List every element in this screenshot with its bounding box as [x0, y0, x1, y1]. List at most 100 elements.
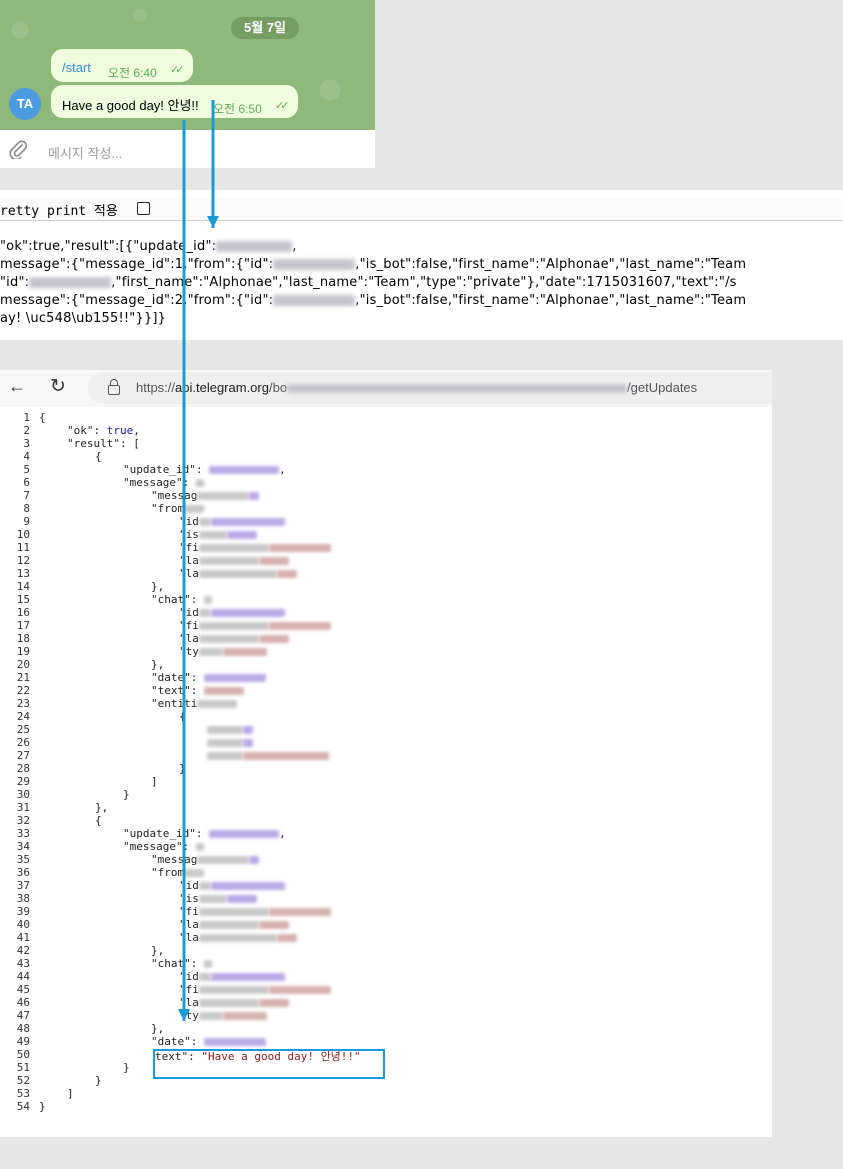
- redacted-value: [210, 882, 285, 890]
- raw-line: "ok":true,"result":[{"update_id":,: [0, 239, 297, 254]
- line-number: 44: [16, 970, 30, 983]
- code-line: },: [151, 1022, 165, 1035]
- message-bubble[interactable]: Have a good day! 안녕!! 오전 6:50 ✓✓: [51, 85, 298, 118]
- code-line: "from: [39, 866, 205, 879]
- raw-line: message":{"message_id":2,"from":{"id": ,"…: [0, 293, 747, 308]
- redacted-value: [258, 557, 289, 565]
- url-text: https://api.telegram.org/bo/getUpdates: [136, 380, 698, 395]
- code-line: "fi: [39, 983, 331, 996]
- pretty-print-label: retty print 적용: [0, 204, 118, 219]
- redacted-value: [198, 622, 269, 630]
- code-line: "from: [39, 502, 205, 515]
- code-line: "la: [39, 931, 297, 944]
- telegram-chat-panel: 5월 7일 /start 오전 6:40 ✓✓ TA Have a good d…: [0, 0, 375, 168]
- code-line: "update_id": ,: [123, 827, 286, 840]
- date-pill: 5월 7일: [231, 17, 299, 39]
- redacted-value: [258, 921, 289, 929]
- redacted-value: [197, 492, 250, 500]
- line-number: 27: [16, 749, 30, 762]
- line-number: 52: [16, 1074, 30, 1087]
- redacted-value: [268, 986, 331, 994]
- redacted-value: [198, 531, 227, 539]
- code-line: },: [151, 658, 165, 671]
- code-line: }: [95, 1074, 102, 1087]
- line-number: 53: [16, 1087, 30, 1100]
- code-line: "is: [39, 528, 257, 541]
- redacted-value: [198, 908, 269, 916]
- line-number: 35: [16, 853, 30, 866]
- redacted-value: [276, 934, 297, 942]
- redacted-value: [198, 1012, 223, 1020]
- code-line: "date":: [39, 1035, 266, 1048]
- pretty-print-row: retty print 적용: [0, 197, 843, 221]
- redacted-value: [203, 674, 266, 682]
- code-line: [39, 749, 329, 762]
- code-line: },: [95, 801, 109, 814]
- message-text: Have a good day! 안녕!!: [62, 98, 199, 113]
- redacted-value: [258, 999, 289, 1007]
- line-number: 21: [16, 671, 30, 684]
- code-line: ]: [67, 1087, 74, 1100]
- back-arrow-icon[interactable]: ←: [8, 376, 26, 397]
- redacted-value: [207, 739, 243, 747]
- line-number: 41: [16, 931, 30, 944]
- redacted-value: [209, 466, 280, 474]
- reload-icon[interactable]: ↻: [50, 375, 66, 398]
- line-number: 38: [16, 892, 30, 905]
- code-line: "la: [39, 567, 297, 580]
- line-number: 12: [16, 554, 30, 567]
- redacted-value: [249, 492, 260, 500]
- code-line: "la: [39, 632, 289, 645]
- line-number: 11: [16, 541, 30, 554]
- line-number: 42: [16, 944, 30, 957]
- code-line: "entiti: [39, 697, 238, 710]
- code-line: }: [123, 788, 130, 801]
- redacted-value: [198, 986, 269, 994]
- code-line: "fi: [39, 619, 331, 632]
- line-number: 5: [23, 463, 30, 476]
- code-line: "chat":: [39, 957, 212, 970]
- redacted-value: [226, 895, 257, 903]
- redacted-value: [198, 882, 211, 890]
- code-line: "id: [39, 515, 285, 528]
- code-line: ]: [151, 775, 158, 788]
- line-number: 15: [16, 593, 30, 606]
- pretty-print-checkbox[interactable]: [137, 202, 150, 215]
- code-line: }: [179, 762, 186, 775]
- redacted-value: [210, 518, 285, 526]
- message-time: 오전 6:50: [213, 102, 262, 116]
- message-input[interactable]: 메시지 작성...: [48, 143, 122, 162]
- redacted-value: [222, 648, 267, 656]
- lock-icon[interactable]: [108, 379, 120, 395]
- paperclip-icon[interactable]: [8, 139, 28, 159]
- message-bubble[interactable]: /start 오전 6:40 ✓✓: [51, 49, 193, 82]
- address-bar[interactable]: https://api.telegram.org/bo/getUpdates: [88, 372, 772, 404]
- line-number: 20: [16, 658, 30, 671]
- line-number: 1: [23, 411, 30, 424]
- redacted-value: [226, 531, 257, 539]
- code-line: "is: [39, 892, 257, 905]
- avatar[interactable]: TA: [9, 88, 41, 120]
- line-number: 45: [16, 983, 30, 996]
- code-line: "ok": true,: [67, 424, 140, 437]
- code-line: "id: [39, 606, 285, 619]
- line-number: 10: [16, 528, 30, 541]
- redacted-value: [198, 973, 211, 981]
- line-number: 26: [16, 736, 30, 749]
- code-line: "message":: [39, 476, 204, 489]
- line-number: 40: [16, 918, 30, 931]
- line-number: 50: [16, 1048, 30, 1061]
- line-number: 16: [16, 606, 30, 619]
- raw-json-panel: retty print 적용 "ok":true,"result":[{"upd…: [0, 190, 843, 340]
- redacted-value: [198, 544, 269, 552]
- line-number: 32: [16, 814, 30, 827]
- code-line: }: [39, 1100, 46, 1113]
- code-line: [39, 736, 253, 749]
- line-number: 9: [23, 515, 30, 528]
- redacted-value: [268, 908, 331, 916]
- code-line: {: [95, 450, 102, 463]
- redacted-value: [198, 635, 259, 643]
- line-number: 6: [23, 476, 30, 489]
- redacted-value: [203, 1038, 266, 1046]
- code-line: "chat":: [39, 593, 212, 606]
